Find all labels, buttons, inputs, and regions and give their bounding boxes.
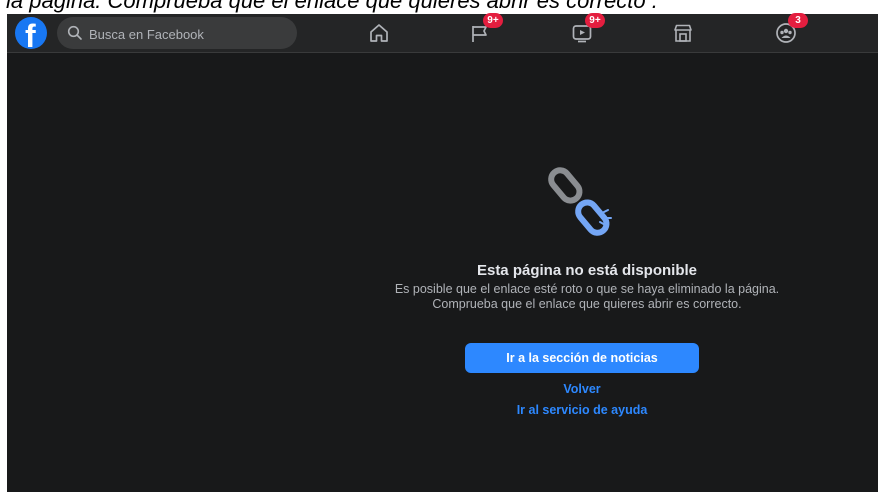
- go-to-news-feed-button[interactable]: Ir a la sección de noticias: [465, 343, 699, 373]
- browser-page: f 9+ 9+: [7, 13, 878, 492]
- top-navigation-bar: f 9+ 9+: [7, 13, 878, 53]
- search-input[interactable]: [87, 17, 291, 51]
- marketplace-icon: [674, 24, 692, 42]
- groups-badge: 3: [788, 13, 808, 28]
- nav-pages-button[interactable]: 9+: [450, 13, 510, 50]
- help-center-link[interactable]: Ir al servicio de ayuda: [465, 403, 699, 417]
- nav-marketplace-button[interactable]: [653, 16, 713, 50]
- error-title: Esta página no está disponible: [476, 262, 698, 279]
- search-icon: [67, 25, 82, 40]
- facebook-logo-letter: f: [25, 18, 36, 49]
- caption-text: la página. Comprueba que el enlace que q…: [6, 0, 658, 13]
- home-icon: [370, 24, 388, 42]
- facebook-logo[interactable]: f: [15, 17, 47, 49]
- watch-badge: 9+: [585, 13, 605, 28]
- nav-groups-button[interactable]: 3: [756, 13, 816, 50]
- pages-badge: 9+: [483, 13, 503, 28]
- search-box[interactable]: [57, 17, 297, 51]
- back-link[interactable]: Volver: [465, 382, 699, 396]
- nav-home-button[interactable]: [349, 16, 409, 50]
- broken-link-icon: [548, 167, 612, 236]
- nav-watch-button[interactable]: 9+: [552, 13, 612, 50]
- error-description: Es posible que el enlace esté roto o que…: [394, 282, 780, 311]
